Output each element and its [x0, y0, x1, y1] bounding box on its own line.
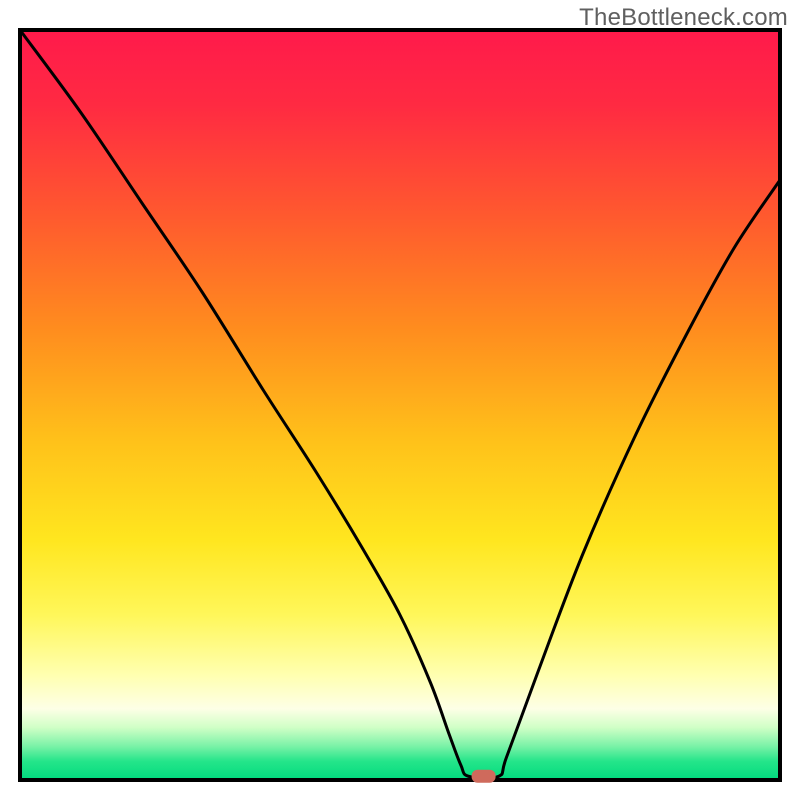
plot-background	[20, 30, 780, 780]
optimal-marker	[472, 770, 496, 783]
chart-frame: TheBottleneck.com	[0, 0, 800, 800]
watermark-text: TheBottleneck.com	[579, 4, 788, 32]
bottleneck-chart	[0, 0, 800, 800]
